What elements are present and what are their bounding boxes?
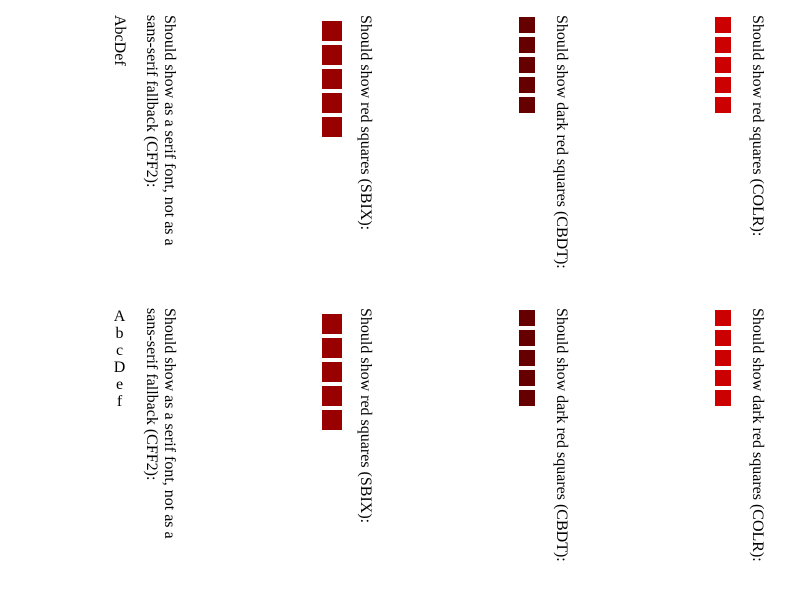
sbix-label: Should show red squares (SBIX): [357, 15, 374, 231]
colr-square [715, 57, 731, 73]
colr-squares [715, 310, 731, 410]
cbdt-square [519, 77, 535, 93]
cbdt-label: Should show dark red squares (CBDT): [553, 15, 570, 269]
cbdt-square [519, 330, 535, 346]
cff2-label-line1: Should show as a serif font, not as a [161, 308, 178, 539]
colr-label: Should show red squares (COLR): [749, 15, 766, 237]
colr-square [715, 310, 731, 326]
cbdt-square [519, 57, 535, 73]
colr-square [715, 350, 731, 366]
sbix-square [322, 386, 342, 406]
sbix-square [322, 45, 342, 65]
cbdt-squares [519, 310, 535, 410]
cbdt-square [519, 350, 535, 366]
colr-square [715, 330, 731, 346]
sbix-square [322, 338, 342, 358]
colr-squares [715, 17, 731, 117]
cbdt-square [519, 37, 535, 53]
cbdt-squares [519, 17, 535, 117]
cff2-label-line2: sans-serif fallback (CFF2): [143, 15, 160, 188]
colr-square [715, 77, 731, 93]
colr-square [715, 17, 731, 33]
sbix-square [322, 314, 342, 334]
colr-square [715, 97, 731, 113]
cff2-label-line1: Should show as a serif font, not as a [161, 15, 178, 246]
cbdt-square [519, 310, 535, 326]
colr-square [715, 37, 731, 53]
cbdt-label: Should show dark red squares (CBDT): [553, 308, 570, 562]
sbix-square [322, 69, 342, 89]
colr-square [715, 370, 731, 386]
cff2-sample-upright: AbcDef [111, 308, 128, 410]
sbix-label: Should show red squares (SBIX): [357, 308, 374, 524]
cbdt-square [519, 370, 535, 386]
cff2-label-line2: sans-serif fallback (CFF2): [143, 308, 160, 481]
cbdt-square [519, 390, 535, 406]
cff2-sample: AbcDef [111, 15, 128, 66]
sbix-square [322, 410, 342, 430]
sbix-squares [322, 314, 342, 434]
sbix-square [322, 362, 342, 382]
sbix-square [322, 93, 342, 113]
cbdt-square [519, 97, 535, 113]
colr-label: Should show dark red squares (COLR): [749, 308, 766, 562]
sbix-square [322, 117, 342, 137]
sbix-squares [322, 21, 342, 141]
sbix-square [322, 21, 342, 41]
colr-square [715, 390, 731, 406]
cbdt-square [519, 17, 535, 33]
